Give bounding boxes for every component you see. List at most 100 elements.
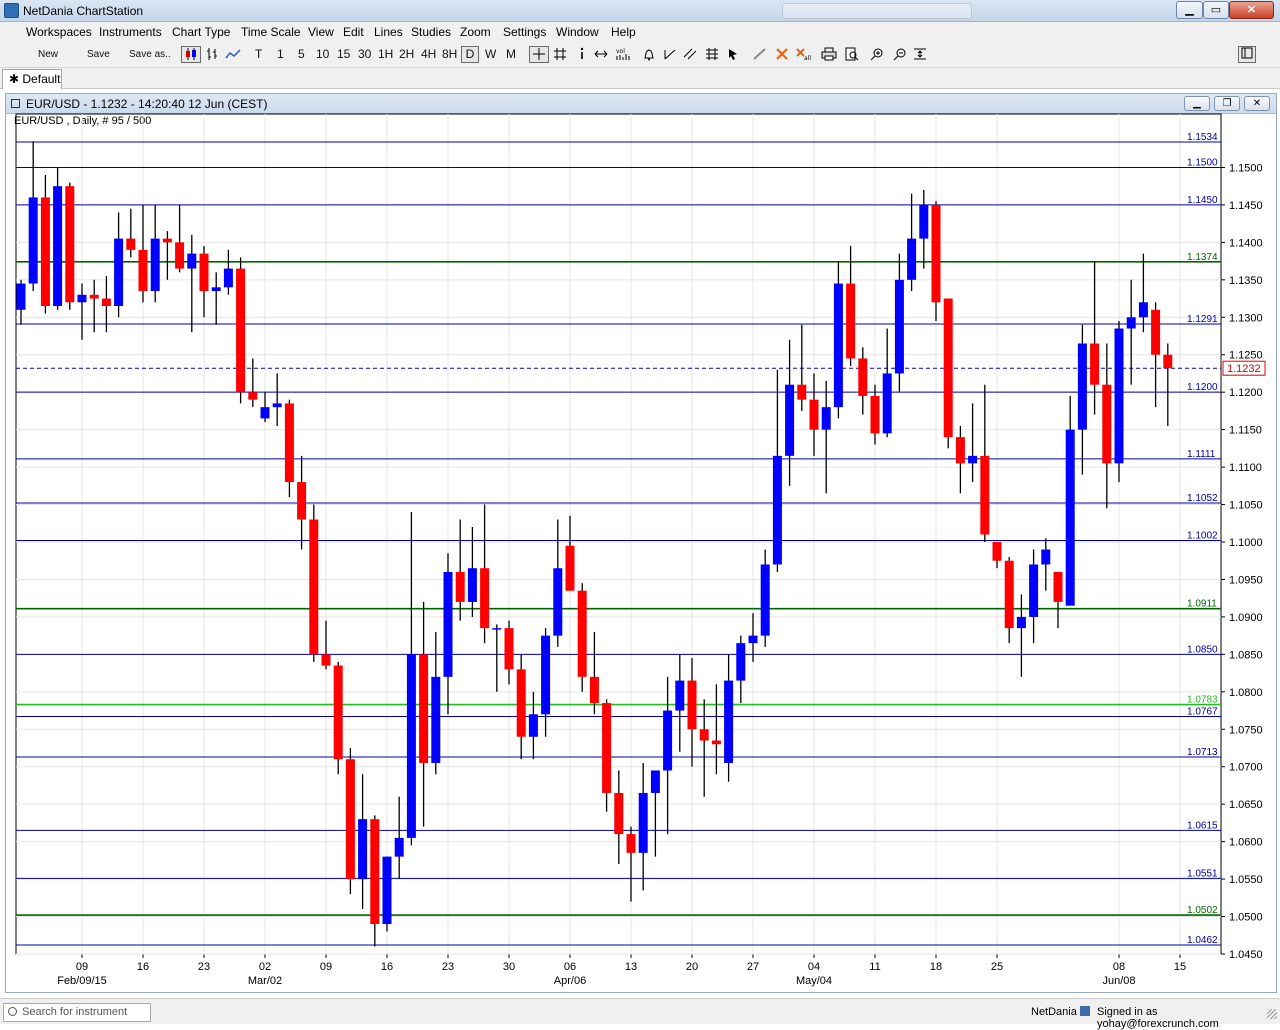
menu-workspaces[interactable]: Workspaces xyxy=(26,25,92,39)
candle-up xyxy=(223,268,233,288)
app-title: NetDania ChartStation xyxy=(23,4,144,18)
timeframe-1h[interactable]: 1H xyxy=(378,47,393,61)
candle-down xyxy=(126,238,136,250)
level-label: 1.0783 xyxy=(1187,695,1218,706)
new-button[interactable]: New xyxy=(38,49,58,60)
tab-default[interactable]: ✱ Default xyxy=(2,69,62,89)
candle-down xyxy=(309,519,319,655)
candle-down xyxy=(577,590,587,677)
arrows-icon[interactable] xyxy=(593,47,609,64)
timeframe-30m[interactable]: 30 xyxy=(358,47,371,61)
print-icon[interactable] xyxy=(821,47,837,64)
level-label: 1.0462 xyxy=(1187,935,1218,946)
y-tick-label: 1.1150 xyxy=(1229,425,1262,437)
y-tick-label: 1.0500 xyxy=(1229,912,1263,924)
candle-up xyxy=(638,792,648,853)
timeframe-1m[interactable]: 1 xyxy=(277,47,284,61)
crosshair-icon[interactable] xyxy=(529,46,549,63)
candle-down xyxy=(236,268,246,393)
candle-up xyxy=(785,384,795,456)
ohlc-bars-icon[interactable] xyxy=(205,47,219,64)
workspace-tabstrip: ✱ Default xyxy=(0,68,1280,89)
candle-down xyxy=(809,399,819,430)
panel-toggle-icon[interactable] xyxy=(1238,46,1256,63)
delete-all-icon[interactable]: all xyxy=(795,47,811,64)
level-label: 1.0767 xyxy=(1187,707,1218,718)
tab-default-marker: ✱ xyxy=(9,72,23,86)
timeframe-2h[interactable]: 2H xyxy=(399,47,414,61)
trendline-icon[interactable] xyxy=(663,47,677,64)
delete-icon[interactable] xyxy=(775,47,789,64)
timeframe-monthly[interactable]: M xyxy=(506,47,516,61)
timeframe-tick[interactable]: T xyxy=(255,47,262,61)
timeframe-8h[interactable]: 8H xyxy=(442,47,457,61)
resize-grip-icon[interactable] xyxy=(1267,1009,1277,1019)
save-button[interactable]: Save xyxy=(87,49,110,60)
x-tick-label: 18 xyxy=(930,961,942,973)
save-as-button[interactable]: Save as.. xyxy=(129,49,171,60)
timeframe-daily[interactable]: D xyxy=(461,46,479,63)
candle-down xyxy=(40,197,50,307)
menu-studies[interactable]: Studies xyxy=(411,25,451,39)
x-tick-label: 30 xyxy=(503,961,515,973)
price-chart[interactable]: EUR/USD , Daily, # 95 / 500 09 Feb/09/15 16… xyxy=(6,94,1276,992)
candle-down xyxy=(711,740,721,745)
candle-down xyxy=(175,242,185,269)
line-chart-icon[interactable] xyxy=(225,47,241,64)
close-button[interactable]: ✕ xyxy=(1229,1,1274,19)
y-tick-label: 1.1500 xyxy=(1229,162,1263,174)
maximize-button[interactable]: ▭ xyxy=(1203,1,1229,19)
candle-up xyxy=(443,571,453,677)
svg-text:vol: vol xyxy=(616,48,625,55)
instrument-search-input[interactable]: Search for instrument xyxy=(3,1003,151,1022)
zoom-out-icon[interactable] xyxy=(893,47,907,64)
candle-up xyxy=(260,407,270,419)
timeframe-15m[interactable]: 15 xyxy=(337,47,350,61)
menu-zoom[interactable]: Zoom xyxy=(460,25,491,39)
print-preview-icon[interactable] xyxy=(845,47,859,64)
candle-up xyxy=(1065,429,1075,606)
menu-view[interactable]: View xyxy=(308,25,334,39)
timeframe-10m[interactable]: 10 xyxy=(316,47,329,61)
background-window-tab[interactable] xyxy=(782,3,972,19)
level-label: 1.1002 xyxy=(1187,531,1218,542)
volume-icon[interactable]: vol xyxy=(615,47,631,64)
fit-icon[interactable] xyxy=(913,47,927,64)
candle-up xyxy=(833,283,843,408)
minimize-button[interactable]: ▁ xyxy=(1176,1,1203,19)
menu-help[interactable]: Help xyxy=(611,25,636,39)
candle-up xyxy=(187,253,197,269)
timeframe-4h[interactable]: 4H xyxy=(421,47,436,61)
zoom-in-icon[interactable] xyxy=(870,47,884,64)
level-label: 1.0850 xyxy=(1187,644,1218,655)
candle-down xyxy=(199,253,209,292)
parallel-lines-icon[interactable] xyxy=(683,47,697,64)
x-tick-label: 27 xyxy=(747,961,759,973)
menu-instruments[interactable]: Instruments xyxy=(99,25,162,39)
candle-up xyxy=(821,407,831,430)
candlestick-icon[interactable] xyxy=(181,46,201,63)
candle-up xyxy=(675,680,685,711)
pointer-icon[interactable] xyxy=(726,47,740,64)
bell-icon[interactable] xyxy=(642,47,656,64)
timeframe-weekly[interactable]: W xyxy=(485,47,496,61)
candle-up xyxy=(553,568,563,636)
pencil-icon[interactable] xyxy=(752,47,768,64)
candle-up xyxy=(114,238,124,307)
menu-chart-type[interactable]: Chart Type xyxy=(172,25,230,39)
grid-icon[interactable] xyxy=(553,47,567,64)
timeframe-5m[interactable]: 5 xyxy=(298,47,305,61)
candle-down xyxy=(162,238,172,243)
x-tick-label: 02 xyxy=(259,961,271,973)
x-tick-label: 04 xyxy=(808,961,820,973)
menu-window[interactable]: Window xyxy=(556,25,599,39)
info-icon[interactable] xyxy=(577,47,587,64)
menu-lines[interactable]: Lines xyxy=(374,25,403,39)
fibonacci-icon[interactable] xyxy=(705,47,719,64)
menu-settings[interactable]: Settings xyxy=(503,25,546,39)
menu-edit[interactable]: Edit xyxy=(343,25,364,39)
candle-up xyxy=(1029,564,1039,617)
x-tick-label: 13 xyxy=(625,961,637,973)
x-date-label: Jun/08 xyxy=(1102,975,1135,987)
menu-time-scale[interactable]: Time Scale xyxy=(241,25,301,39)
